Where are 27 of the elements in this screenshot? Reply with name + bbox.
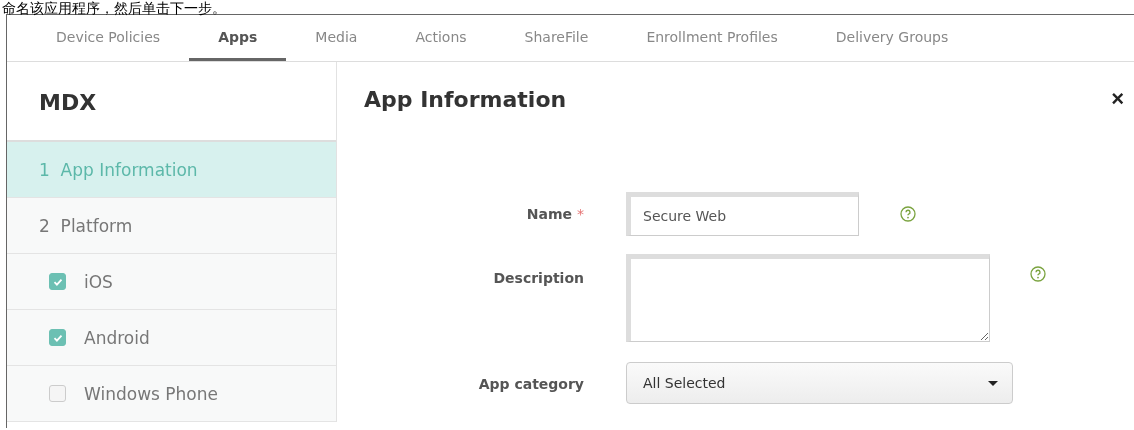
nav-tab[interactable]: Device Policies <box>27 15 190 61</box>
nav-tab[interactable]: ShareFile <box>495 15 618 61</box>
nav-tab[interactable]: Media <box>286 15 387 61</box>
field-label: Description <box>493 270 584 286</box>
checkbox[interactable] <box>49 329 66 346</box>
close-button[interactable]: × <box>1107 86 1124 112</box>
help-icon[interactable] <box>1030 266 1046 282</box>
checkbox[interactable] <box>49 273 66 290</box>
category-dropdown[interactable]: All Selected <box>626 362 1013 404</box>
panel-title: App Information <box>364 86 567 112</box>
step-item[interactable]: 2 Platform <box>7 198 336 254</box>
platform-label: Android <box>84 327 150 348</box>
field-label: App category <box>478 376 584 392</box>
help-icon[interactable] <box>900 206 916 222</box>
instruction-text: 命名该应用程序，然后单击下一步。 <box>1 0 227 14</box>
name-input[interactable]: Secure Web <box>626 192 859 236</box>
description-textarea[interactable] <box>626 254 990 342</box>
field-label: Name <box>526 206 572 222</box>
step-item[interactable]: 1 App Information <box>7 142 336 198</box>
platform-label: Windows Phone <box>84 383 218 404</box>
caret-icon <box>988 380 998 386</box>
nav-tab[interactable]: Actions <box>386 15 496 61</box>
nav-tab[interactable]: Enrollment Profiles <box>617 15 807 61</box>
checkbox[interactable] <box>49 385 66 402</box>
platform-label: iOS <box>84 271 113 292</box>
required-mark: * <box>577 206 584 222</box>
nav-tab[interactable]: Delivery Groups <box>806 15 978 61</box>
